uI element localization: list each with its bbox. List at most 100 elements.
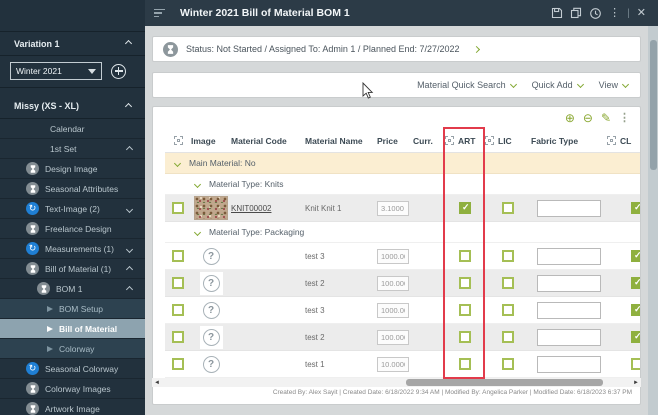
art-checkbox[interactable]: [459, 277, 471, 289]
row-select-checkbox[interactable]: [172, 331, 184, 343]
fabric-type-input[interactable]: [537, 274, 601, 292]
row-select-checkbox[interactable]: [172, 202, 184, 214]
view-menu[interactable]: View: [599, 80, 630, 90]
select-all-icon[interactable]: [485, 136, 494, 145]
title-bar-actions: ⋮ | ✕: [551, 7, 658, 20]
group-row[interactable]: Material Type: Packaging: [165, 222, 640, 243]
group-row[interactable]: Material Type: Knits: [165, 174, 640, 195]
sidebar-item-1st-set[interactable]: 1st Set: [0, 139, 145, 159]
close-icon[interactable]: ✕: [637, 7, 646, 19]
vertical-scrollbar-thumb[interactable]: [649, 40, 657, 170]
sidebar-item-bill-of-material[interactable]: Bill of Material: [0, 319, 145, 339]
sidebar-item-calendar[interactable]: Calendar: [0, 119, 145, 139]
column-header-cl[interactable]: CL: [607, 136, 640, 146]
select-all-icon[interactable]: [607, 136, 616, 145]
sidebar-item-colorway-images[interactable]: Colorway Images: [0, 379, 145, 399]
material-row[interactable]: ? test 3: [165, 243, 640, 270]
sidebar-section-style[interactable]: Missy (XS - XL): [0, 94, 145, 119]
fabric-type-input[interactable]: [537, 301, 601, 319]
row-select-checkbox[interactable]: [172, 250, 184, 262]
art-checkbox[interactable]: [459, 250, 471, 262]
table-more-icon[interactable]: ⋮: [619, 112, 630, 124]
add-season-button[interactable]: [111, 63, 126, 79]
horizontal-scrollbar[interactable]: ◄ ►: [152, 378, 641, 387]
menu-icon[interactable]: [154, 7, 166, 20]
lic-checkbox[interactable]: [502, 277, 514, 289]
cl-checkbox[interactable]: [631, 304, 640, 316]
material-code-link[interactable]: KNIT00002: [231, 204, 271, 213]
cl-checkbox[interactable]: [631, 358, 640, 370]
cl-checkbox[interactable]: [631, 202, 640, 214]
sidebar-item-measurements-1[interactable]: ↻ Measurements (1): [0, 239, 145, 259]
select-all-icon[interactable]: [173, 136, 183, 145]
lic-checkbox[interactable]: [502, 202, 514, 214]
scroll-left-icon[interactable]: ◄: [152, 380, 162, 386]
scrollbar-thumb[interactable]: [405, 379, 603, 386]
scroll-right-icon[interactable]: ►: [631, 380, 641, 386]
material-row[interactable]: KNIT00002 Knit Knit 1: [165, 195, 640, 222]
table-actions: ⊕ ⊖ ✎ ⋮: [153, 107, 640, 129]
cl-checkbox[interactable]: [631, 277, 640, 289]
select-all-icon[interactable]: [445, 136, 454, 145]
edit-icon[interactable]: ✎: [601, 112, 611, 124]
lic-checkbox[interactable]: [502, 331, 514, 343]
price-input[interactable]: [377, 356, 409, 372]
art-checkbox[interactable]: [459, 304, 471, 316]
column-header-select-all[interactable]: [165, 136, 191, 145]
sidebar-section-variation[interactable]: Variation 1: [0, 31, 145, 56]
sidebar-item-label: Colorway Images: [45, 383, 111, 394]
sidebar-item-artwork-image[interactable]: Artwork Image: [0, 399, 145, 415]
sidebar-item-design-image[interactable]: Design Image: [0, 159, 145, 179]
art-checkbox[interactable]: [459, 331, 471, 343]
row-select-checkbox[interactable]: [172, 304, 184, 316]
sidebar-item-freelance-design[interactable]: Freelance Design: [0, 219, 145, 239]
fabric-type-input[interactable]: [537, 328, 601, 346]
material-row[interactable]: ? test 3: [165, 297, 640, 324]
price-input[interactable]: [377, 329, 409, 345]
lic-checkbox[interactable]: [502, 358, 514, 370]
price-input[interactable]: [377, 248, 409, 264]
more-options-icon[interactable]: ⋮: [609, 7, 620, 19]
group-row[interactable]: Main Material: No: [165, 153, 640, 174]
quick-add-menu[interactable]: Quick Add: [532, 80, 584, 90]
material-quick-search-menu[interactable]: Material Quick Search: [417, 80, 517, 90]
material-name: Knit Knit 1: [305, 203, 342, 213]
sidebar-item-bill-of-material-1[interactable]: Bill of Material (1): [0, 259, 145, 279]
scrollbar-track[interactable]: [162, 379, 631, 386]
sidebar-item-seasonal-attributes[interactable]: Seasonal Attributes: [0, 179, 145, 199]
price-input[interactable]: [377, 302, 409, 318]
material-row[interactable]: ? test 2: [165, 324, 640, 351]
fabric-type-input[interactable]: [537, 199, 601, 217]
sidebar-item-text-image-2[interactable]: ↻ Text-Image (2): [0, 199, 145, 219]
sidebar-item-colorway[interactable]: Colorway: [0, 339, 145, 359]
price-input[interactable]: [377, 275, 409, 291]
copy-icon[interactable]: [570, 7, 582, 19]
sidebar-item-seasonal-colorway[interactable]: ↻ Seasonal Colorway: [0, 359, 145, 379]
material-row[interactable]: ? test 1: [165, 351, 640, 378]
no-image-placeholder: ?: [202, 355, 220, 373]
remove-row-icon[interactable]: ⊖: [583, 112, 593, 124]
save-icon[interactable]: [551, 7, 563, 19]
lic-checkbox[interactable]: [502, 304, 514, 316]
cl-checkbox[interactable]: [631, 331, 640, 343]
history-icon[interactable]: [589, 7, 602, 20]
row-select-checkbox[interactable]: [172, 277, 184, 289]
sidebar-item-bom-1[interactable]: BOM 1: [0, 279, 145, 299]
art-checkbox[interactable]: [459, 202, 471, 214]
column-header-art[interactable]: ART: [445, 136, 485, 146]
row-select-checkbox[interactable]: [172, 358, 184, 370]
fabric-type-input[interactable]: [537, 355, 601, 373]
material-thumbnail[interactable]: [194, 196, 228, 220]
vertical-scrollbar[interactable]: [648, 26, 658, 415]
sidebar-item-bom-setup[interactable]: BOM Setup: [0, 299, 145, 319]
lic-checkbox[interactable]: [502, 250, 514, 262]
price-input[interactable]: [377, 200, 409, 216]
fabric-type-input[interactable]: [537, 247, 601, 265]
cl-checkbox[interactable]: [631, 250, 640, 262]
chevron-right-icon[interactable]: [472, 45, 480, 53]
column-header-lic[interactable]: LIC: [485, 136, 531, 146]
add-row-icon[interactable]: ⊕: [565, 112, 575, 124]
art-checkbox[interactable]: [459, 358, 471, 370]
season-select[interactable]: Winter 2021: [10, 62, 102, 80]
material-row[interactable]: ? test 2: [165, 270, 640, 297]
